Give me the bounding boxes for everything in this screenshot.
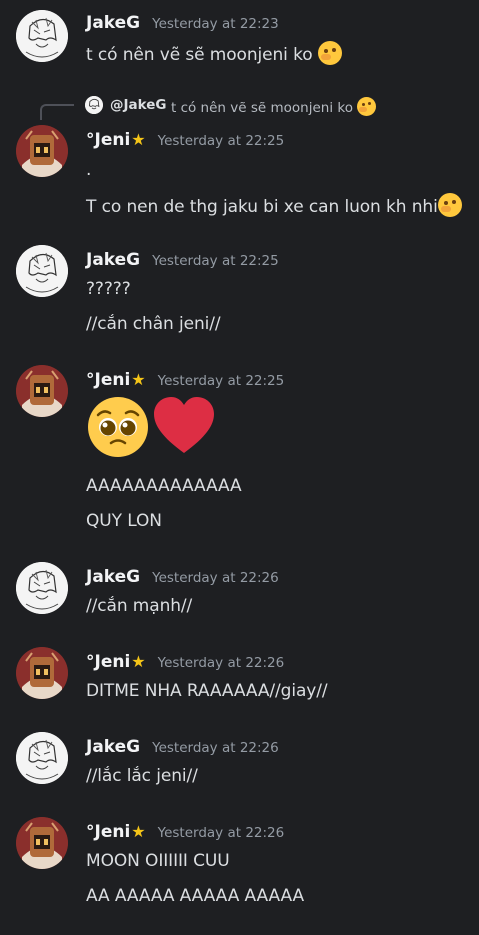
message-line: DITME NHA RAAAAAA//giay//: [86, 681, 328, 701]
avatar-sketch-icon: [16, 10, 68, 62]
star-icon: ★: [131, 370, 146, 389]
thinking-face-icon: [317, 41, 342, 65]
avatar-masked-character-icon: [16, 365, 68, 417]
avatar-sketch-icon: [16, 732, 68, 784]
red-heart-icon[interactable]: [152, 395, 216, 459]
message-line: AA AAAAA AAAAA AAAAA: [86, 886, 305, 906]
message-line: ?????: [86, 279, 131, 299]
message: JakeG Yesterday at 22:26 //cắn mạnh//: [0, 552, 479, 632]
avatar-jeni[interactable]: [16, 125, 68, 177]
message-line: AAAAAAAAAAAAA: [86, 476, 242, 496]
author-name[interactable]: JakeG: [86, 737, 140, 757]
avatar-masked-character-icon: [16, 125, 68, 177]
message-line: MOON OIIIIII CUU: [86, 851, 230, 871]
thinking-face-icon: [437, 193, 462, 217]
message: JakeG Yesterday at 22:25 ????? //cắn châ…: [0, 235, 479, 345]
star-icon: ★: [131, 652, 146, 671]
message: JakeG Yesterday at 22:26 //lắc lắc jeni/…: [0, 722, 479, 802]
message: °Jeni★ Yesterday at 22:26 MOON OIIIIII C…: [0, 807, 479, 927]
message-line: //cắn mạnh//: [86, 596, 193, 616]
timestamp: Yesterday at 22:23: [152, 16, 279, 32]
star-icon: ★: [131, 130, 146, 149]
author-name[interactable]: JakeG: [86, 250, 140, 270]
timestamp: Yesterday at 22:25: [152, 253, 279, 269]
timestamp: Yesterday at 22:26: [152, 570, 279, 586]
reply-author[interactable]: @JakeG: [110, 97, 167, 113]
message-line: //cắn chân jeni//: [86, 314, 221, 334]
message: °Jeni★ Yesterday at 22:25: [0, 355, 479, 545]
avatar-jeni[interactable]: [16, 817, 68, 869]
jumbo-emoji-row: [86, 395, 216, 459]
avatar-jakeg[interactable]: [16, 245, 68, 297]
avatar-jakeg[interactable]: [16, 10, 68, 62]
avatar-masked-character-icon: [16, 817, 68, 869]
message-line: t có nên vẽ sẽ moonjeni ko: [86, 41, 342, 65]
pleading-face-icon[interactable]: [86, 395, 150, 459]
avatar-sketch-icon: [16, 245, 68, 297]
avatar-sketch-icon: [85, 96, 103, 114]
timestamp: Yesterday at 22:26: [157, 655, 285, 671]
author-name[interactable]: °Jeni★: [86, 822, 146, 842]
message-line: .: [86, 160, 92, 180]
avatar-jakeg[interactable]: [16, 732, 68, 784]
star-icon: ★: [131, 822, 146, 841]
avatar-jeni[interactable]: [16, 647, 68, 699]
avatar-sketch-icon: [16, 562, 68, 614]
message: °Jeni★ Yesterday at 22:26 DITME NHA RAAA…: [0, 637, 479, 717]
timestamp: Yesterday at 22:25: [157, 133, 285, 149]
timestamp: Yesterday at 22:25: [157, 373, 285, 389]
message-line: T co nen de thg jaku bi xe can luon kh n…: [86, 193, 462, 217]
timestamp: Yesterday at 22:26: [157, 825, 285, 841]
message-line: //lắc lắc jeni//: [86, 766, 198, 786]
reply-preview[interactable]: @JakeG t có nên vẽ sẽ moonjeni ko: [40, 96, 470, 120]
reply-text: t có nên vẽ sẽ moonjeni ko: [171, 97, 377, 116]
author-name[interactable]: °Jeni★: [86, 370, 146, 390]
author-name[interactable]: JakeG: [86, 567, 140, 587]
avatar-jakeg[interactable]: [16, 562, 68, 614]
message: °Jeni★ Yesterday at 22:25 . T co nen de …: [0, 115, 479, 225]
author-name[interactable]: °Jeni★: [86, 130, 146, 150]
message-line: QUY LON: [86, 511, 162, 531]
author-name[interactable]: JakeG: [86, 13, 140, 33]
avatar-jeni[interactable]: [16, 365, 68, 417]
reply-avatar: [85, 96, 103, 114]
message: JakeG Yesterday at 22:23 t có nên vẽ sẽ …: [0, 0, 479, 70]
avatar-masked-character-icon: [16, 647, 68, 699]
author-name[interactable]: °Jeni★: [86, 652, 146, 672]
timestamp: Yesterday at 22:26: [152, 740, 279, 756]
thinking-face-icon: [357, 97, 377, 116]
